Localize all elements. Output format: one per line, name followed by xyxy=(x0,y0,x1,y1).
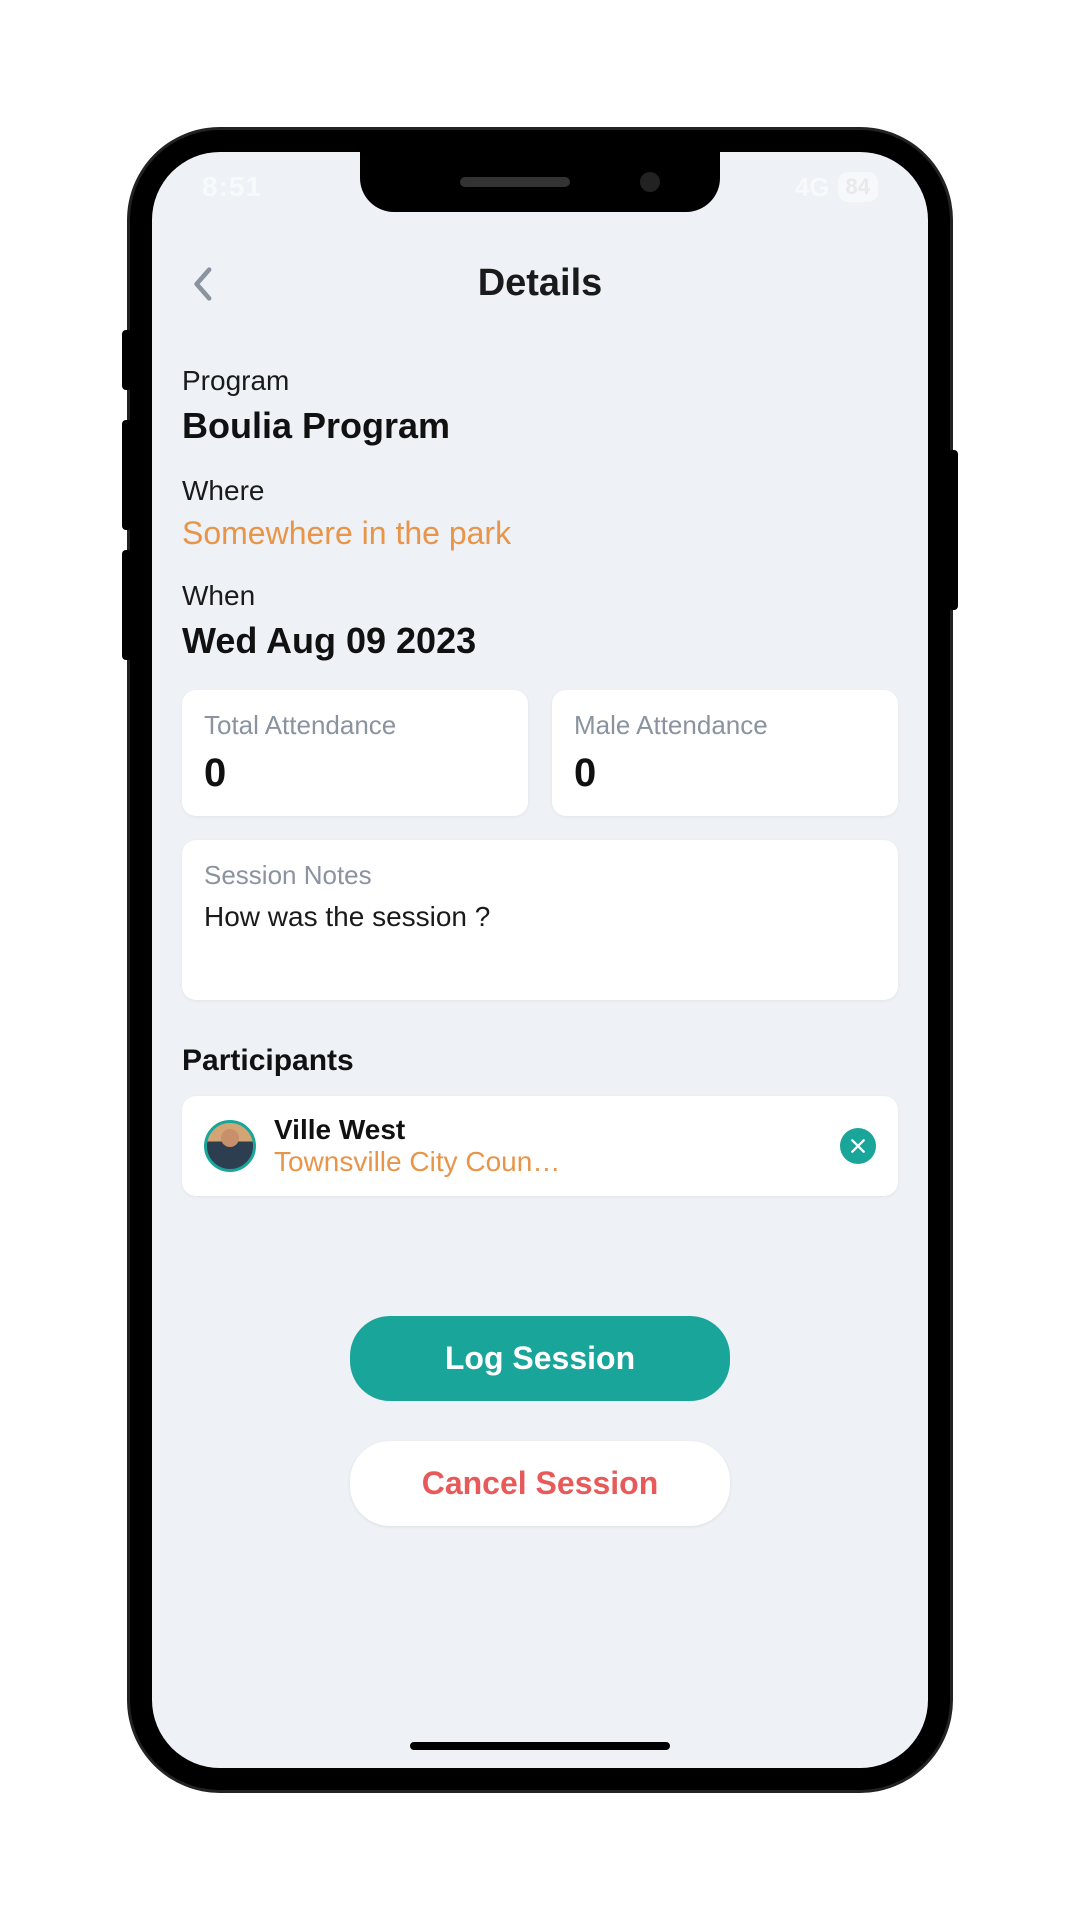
remove-participant-button[interactable] xyxy=(840,1128,876,1164)
home-indicator[interactable] xyxy=(410,1742,670,1750)
actions: Log Session Cancel Session xyxy=(182,1316,898,1526)
where-label: Where xyxy=(182,475,898,507)
chevron-left-icon xyxy=(191,266,213,302)
where-value[interactable]: Somewhere in the park xyxy=(182,515,898,552)
status-time: 8:51 xyxy=(202,171,262,203)
male-attendance-card[interactable]: Male Attendance 0 xyxy=(552,690,898,816)
participant-name: Ville West xyxy=(274,1114,822,1146)
page-title: Details xyxy=(478,262,603,305)
male-attendance-value: 0 xyxy=(574,751,876,796)
speaker xyxy=(460,177,570,187)
header: Details xyxy=(182,262,898,305)
total-attendance-label: Total Attendance xyxy=(204,710,506,741)
screen: 8:51 4G 84 Details Program Boulia Progra… xyxy=(152,152,928,1768)
front-camera xyxy=(640,172,660,192)
participant-info: Ville West Townsville City Coun… xyxy=(274,1114,822,1178)
participant-item[interactable]: Ville West Townsville City Coun… xyxy=(182,1096,898,1196)
participants-title: Participants xyxy=(182,1044,898,1078)
volume-down-button xyxy=(122,550,132,660)
status-right: 4G 84 xyxy=(795,172,878,203)
content: Details Program Boulia Program Where Som… xyxy=(152,152,928,1768)
total-attendance-value: 0 xyxy=(204,751,506,796)
male-attendance-label: Male Attendance xyxy=(574,710,876,741)
power-button xyxy=(948,450,958,610)
network-label: 4G xyxy=(795,172,830,203)
participant-org: Townsville City Coun… xyxy=(274,1146,822,1178)
back-button[interactable] xyxy=(182,264,222,304)
notch xyxy=(360,152,720,212)
attendance-row: Total Attendance 0 Male Attendance 0 xyxy=(182,690,898,816)
program-value: Boulia Program xyxy=(182,405,898,447)
close-icon xyxy=(850,1138,866,1154)
when-value: Wed Aug 09 2023 xyxy=(182,620,898,662)
avatar xyxy=(204,1120,256,1172)
program-label: Program xyxy=(182,365,898,397)
session-notes-label: Session Notes xyxy=(204,860,876,891)
side-button xyxy=(122,330,132,390)
battery-indicator: 84 xyxy=(838,172,878,202)
when-label: When xyxy=(182,580,898,612)
session-notes-text: How was the session ? xyxy=(204,901,876,933)
phone-frame: 8:51 4G 84 Details Program Boulia Progra… xyxy=(130,130,950,1790)
total-attendance-card[interactable]: Total Attendance 0 xyxy=(182,690,528,816)
cancel-session-button[interactable]: Cancel Session xyxy=(350,1441,730,1526)
log-session-button[interactable]: Log Session xyxy=(350,1316,730,1401)
volume-up-button xyxy=(122,420,132,530)
session-notes-card[interactable]: Session Notes How was the session ? xyxy=(182,840,898,1000)
